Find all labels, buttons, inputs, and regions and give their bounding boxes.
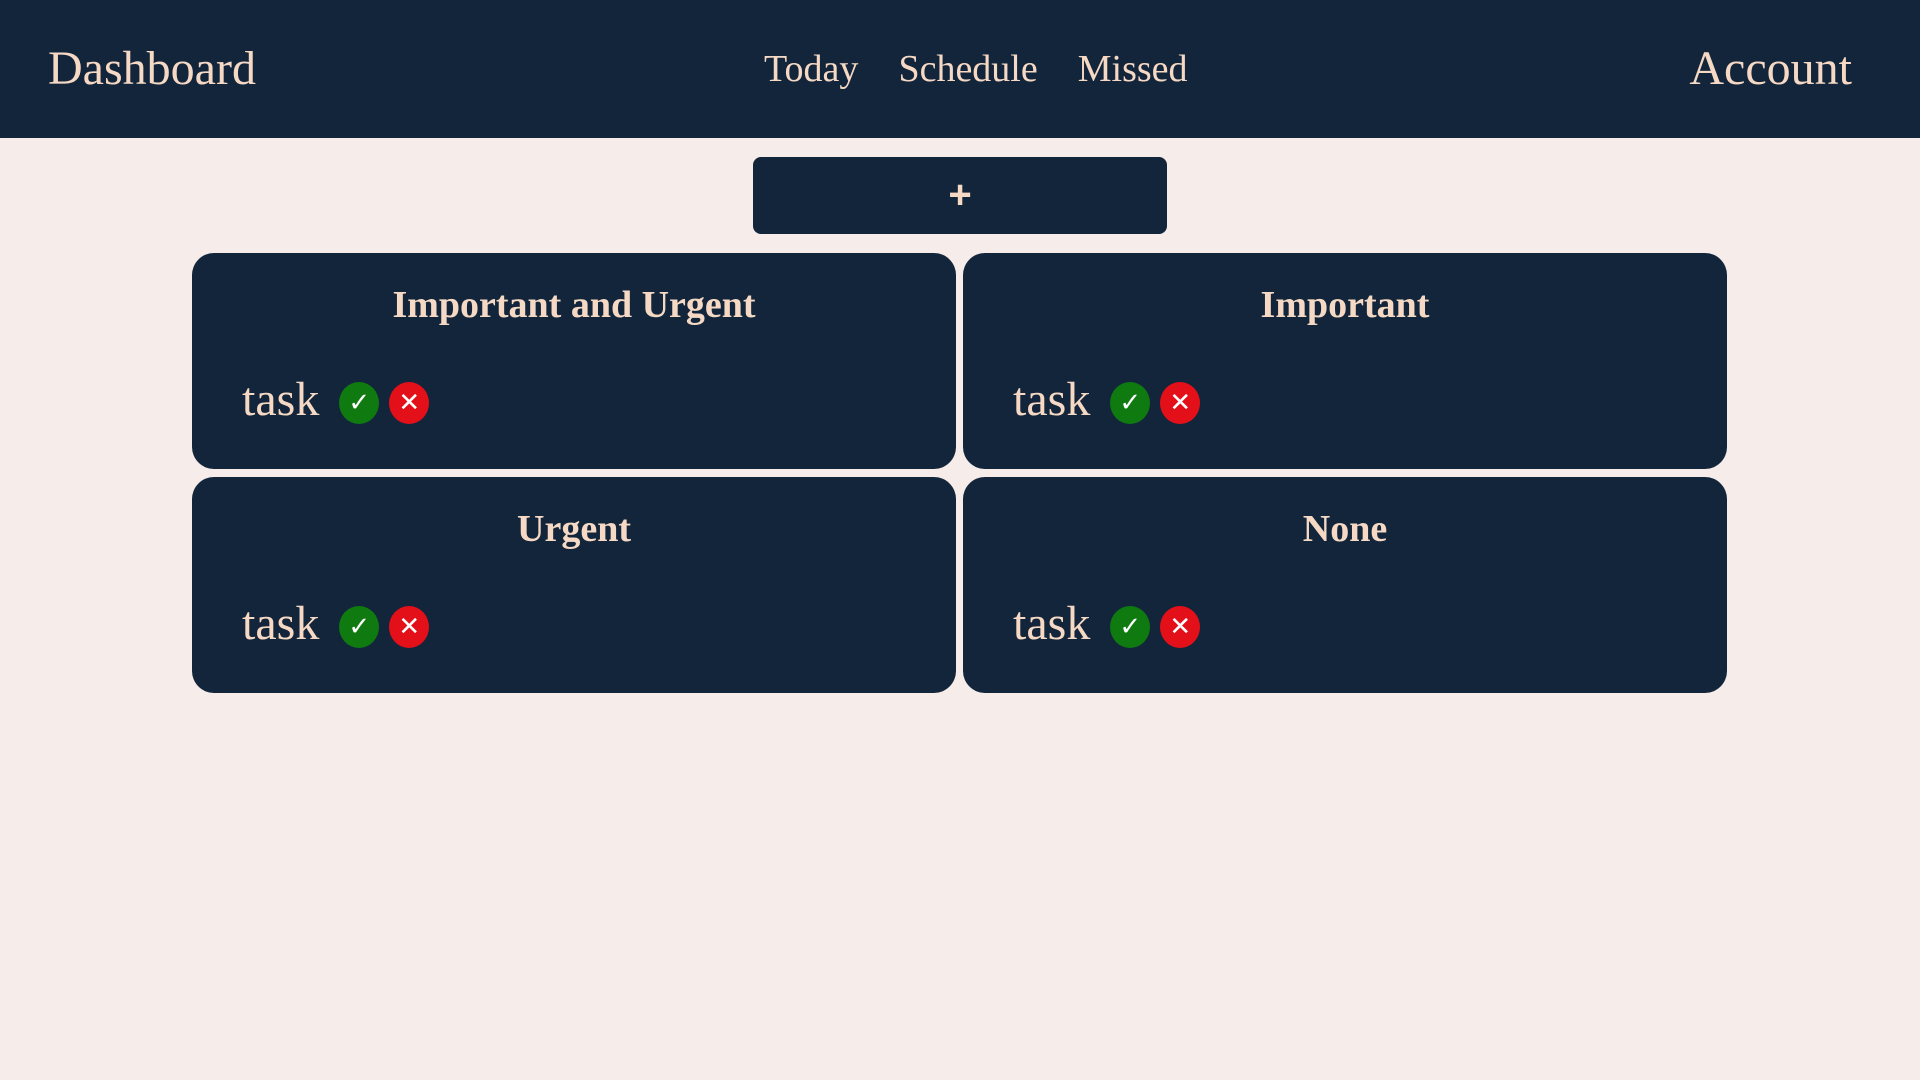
task-label: task [242, 597, 320, 650]
task-item: task ✓ ✕ [1013, 365, 1210, 435]
check-icon: ✓ [348, 388, 371, 418]
quadrant-title: None [1302, 508, 1388, 550]
complete-task-button[interactable]: ✓ [1110, 606, 1151, 648]
task-label: task [242, 373, 320, 426]
cross-icon: ✕ [1169, 388, 1192, 418]
quadrant-none: None task ✓ ✕ [963, 477, 1727, 693]
cross-icon: ✕ [1169, 612, 1192, 642]
delete-task-button[interactable]: ✕ [389, 606, 430, 648]
check-icon: ✓ [1119, 612, 1142, 642]
account-link[interactable]: Account [1689, 0, 1852, 138]
nav-missed-link[interactable]: Missed [1078, 47, 1188, 91]
delete-task-button[interactable]: ✕ [1160, 606, 1201, 648]
task-item: task ✓ ✕ [242, 365, 439, 435]
top-navbar: Dashboard Today Schedule Missed Account [0, 0, 1920, 138]
check-icon: ✓ [348, 612, 371, 642]
quadrant-urgent: Urgent task ✓ ✕ [192, 477, 956, 693]
complete-task-button[interactable]: ✓ [1110, 382, 1151, 424]
add-task-button[interactable]: + [753, 157, 1167, 234]
check-icon: ✓ [1119, 388, 1142, 418]
cross-icon: ✕ [398, 612, 421, 642]
quadrant-title: Important and Urgent [392, 284, 756, 326]
quadrant-title: Important [1260, 284, 1430, 326]
main-nav: Today Schedule Missed [764, 0, 1188, 138]
nav-today-link[interactable]: Today [764, 47, 858, 91]
complete-task-button[interactable]: ✓ [339, 606, 380, 648]
quadrant-important-and-urgent: Important and Urgent task ✓ ✕ [192, 253, 956, 469]
task-item: task ✓ ✕ [242, 589, 439, 659]
dashboard-link[interactable]: Dashboard [48, 0, 256, 138]
delete-task-button[interactable]: ✕ [1160, 382, 1201, 424]
delete-task-button[interactable]: ✕ [389, 382, 430, 424]
quadrant-important: Important task ✓ ✕ [963, 253, 1727, 469]
task-label: task [1013, 597, 1091, 650]
quadrant-title: Urgent [517, 508, 631, 550]
task-label: task [1013, 373, 1091, 426]
complete-task-button[interactable]: ✓ [339, 382, 380, 424]
cross-icon: ✕ [398, 388, 421, 418]
nav-schedule-link[interactable]: Schedule [898, 47, 1037, 91]
task-item: task ✓ ✕ [1013, 589, 1210, 659]
